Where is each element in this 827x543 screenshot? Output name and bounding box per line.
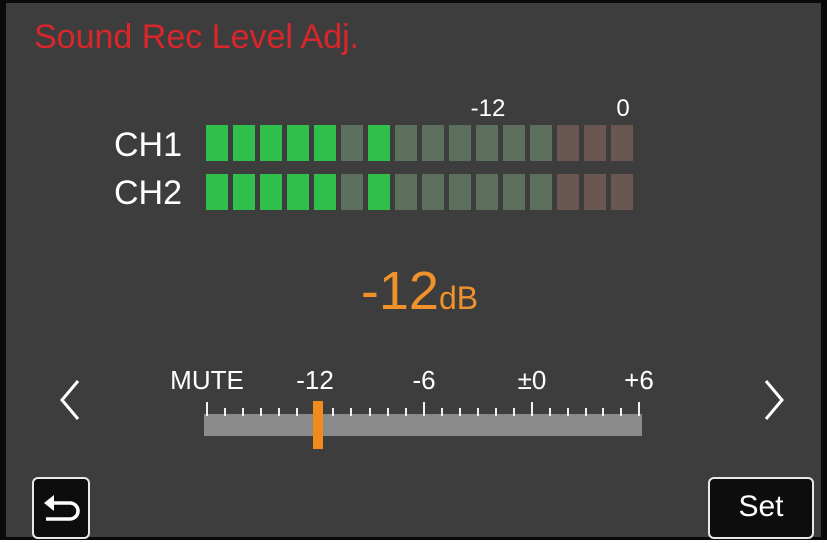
meter-segment [611,174,633,210]
meter-segment [368,125,390,161]
meter-segment [206,125,228,161]
slider-label-0: ±0 [517,365,547,395]
back-button[interactable] [32,477,90,539]
level-unit: dB [438,280,479,316]
screen-title: Sound Rec Level Adj. [34,18,360,56]
meter-segment [476,174,498,210]
set-button[interactable]: Set [708,477,814,539]
meter-segment [395,125,417,161]
slider-label-minus12: -12 [296,365,334,395]
meter-segment [260,125,282,161]
meter-segment [287,125,309,161]
meter-segment [422,125,444,161]
sound-rec-level-screen: Sound Rec Level Adj. -12 0 CH1 CH2 -12dB… [0,0,827,540]
level-value: -12 [360,261,439,321]
meter-segment [557,125,579,161]
meter-segment [530,125,552,161]
chevron-left-icon [60,380,80,420]
return-arrow-icon [44,495,80,521]
meter-segment [584,174,606,210]
meter-segment [476,125,498,161]
next-button[interactable] [754,375,794,425]
meter-segment [422,174,444,210]
slider-thumb[interactable] [313,401,323,449]
meter-segment [503,174,525,210]
meter-segment [341,174,363,210]
meter-segment [206,174,228,210]
meter-scale-label-minus12: -12 [470,95,506,122]
meter-segment [260,174,282,210]
slider-label-minus6: -6 [412,365,436,395]
meter-segment [611,125,633,161]
meter-segment [530,174,552,210]
meter-segment [395,174,417,210]
meter-segment [503,125,525,161]
meter-segment [368,174,390,210]
channel-2-label: CH2 [114,174,183,212]
level-readout: -12dB [6,261,827,335]
meter-segment [233,125,255,161]
meter-segment [314,125,336,161]
meter-scale-label-0: 0 [616,95,630,122]
slider-label-plus6: +6 [624,365,654,395]
slider-label-mute: MUTE [170,365,244,395]
meter-segment [341,125,363,161]
meter-segment [584,125,606,161]
channel-1-label: CH1 [114,126,183,164]
previous-button[interactable] [52,375,92,425]
meter-segment [287,174,309,210]
meter-segment [314,174,336,210]
meter-segment [233,174,255,210]
slider-track[interactable] [204,414,642,436]
meter-segment [449,125,471,161]
meter-segment [449,174,471,210]
chevron-right-icon [764,380,784,420]
meter-segment [557,174,579,210]
